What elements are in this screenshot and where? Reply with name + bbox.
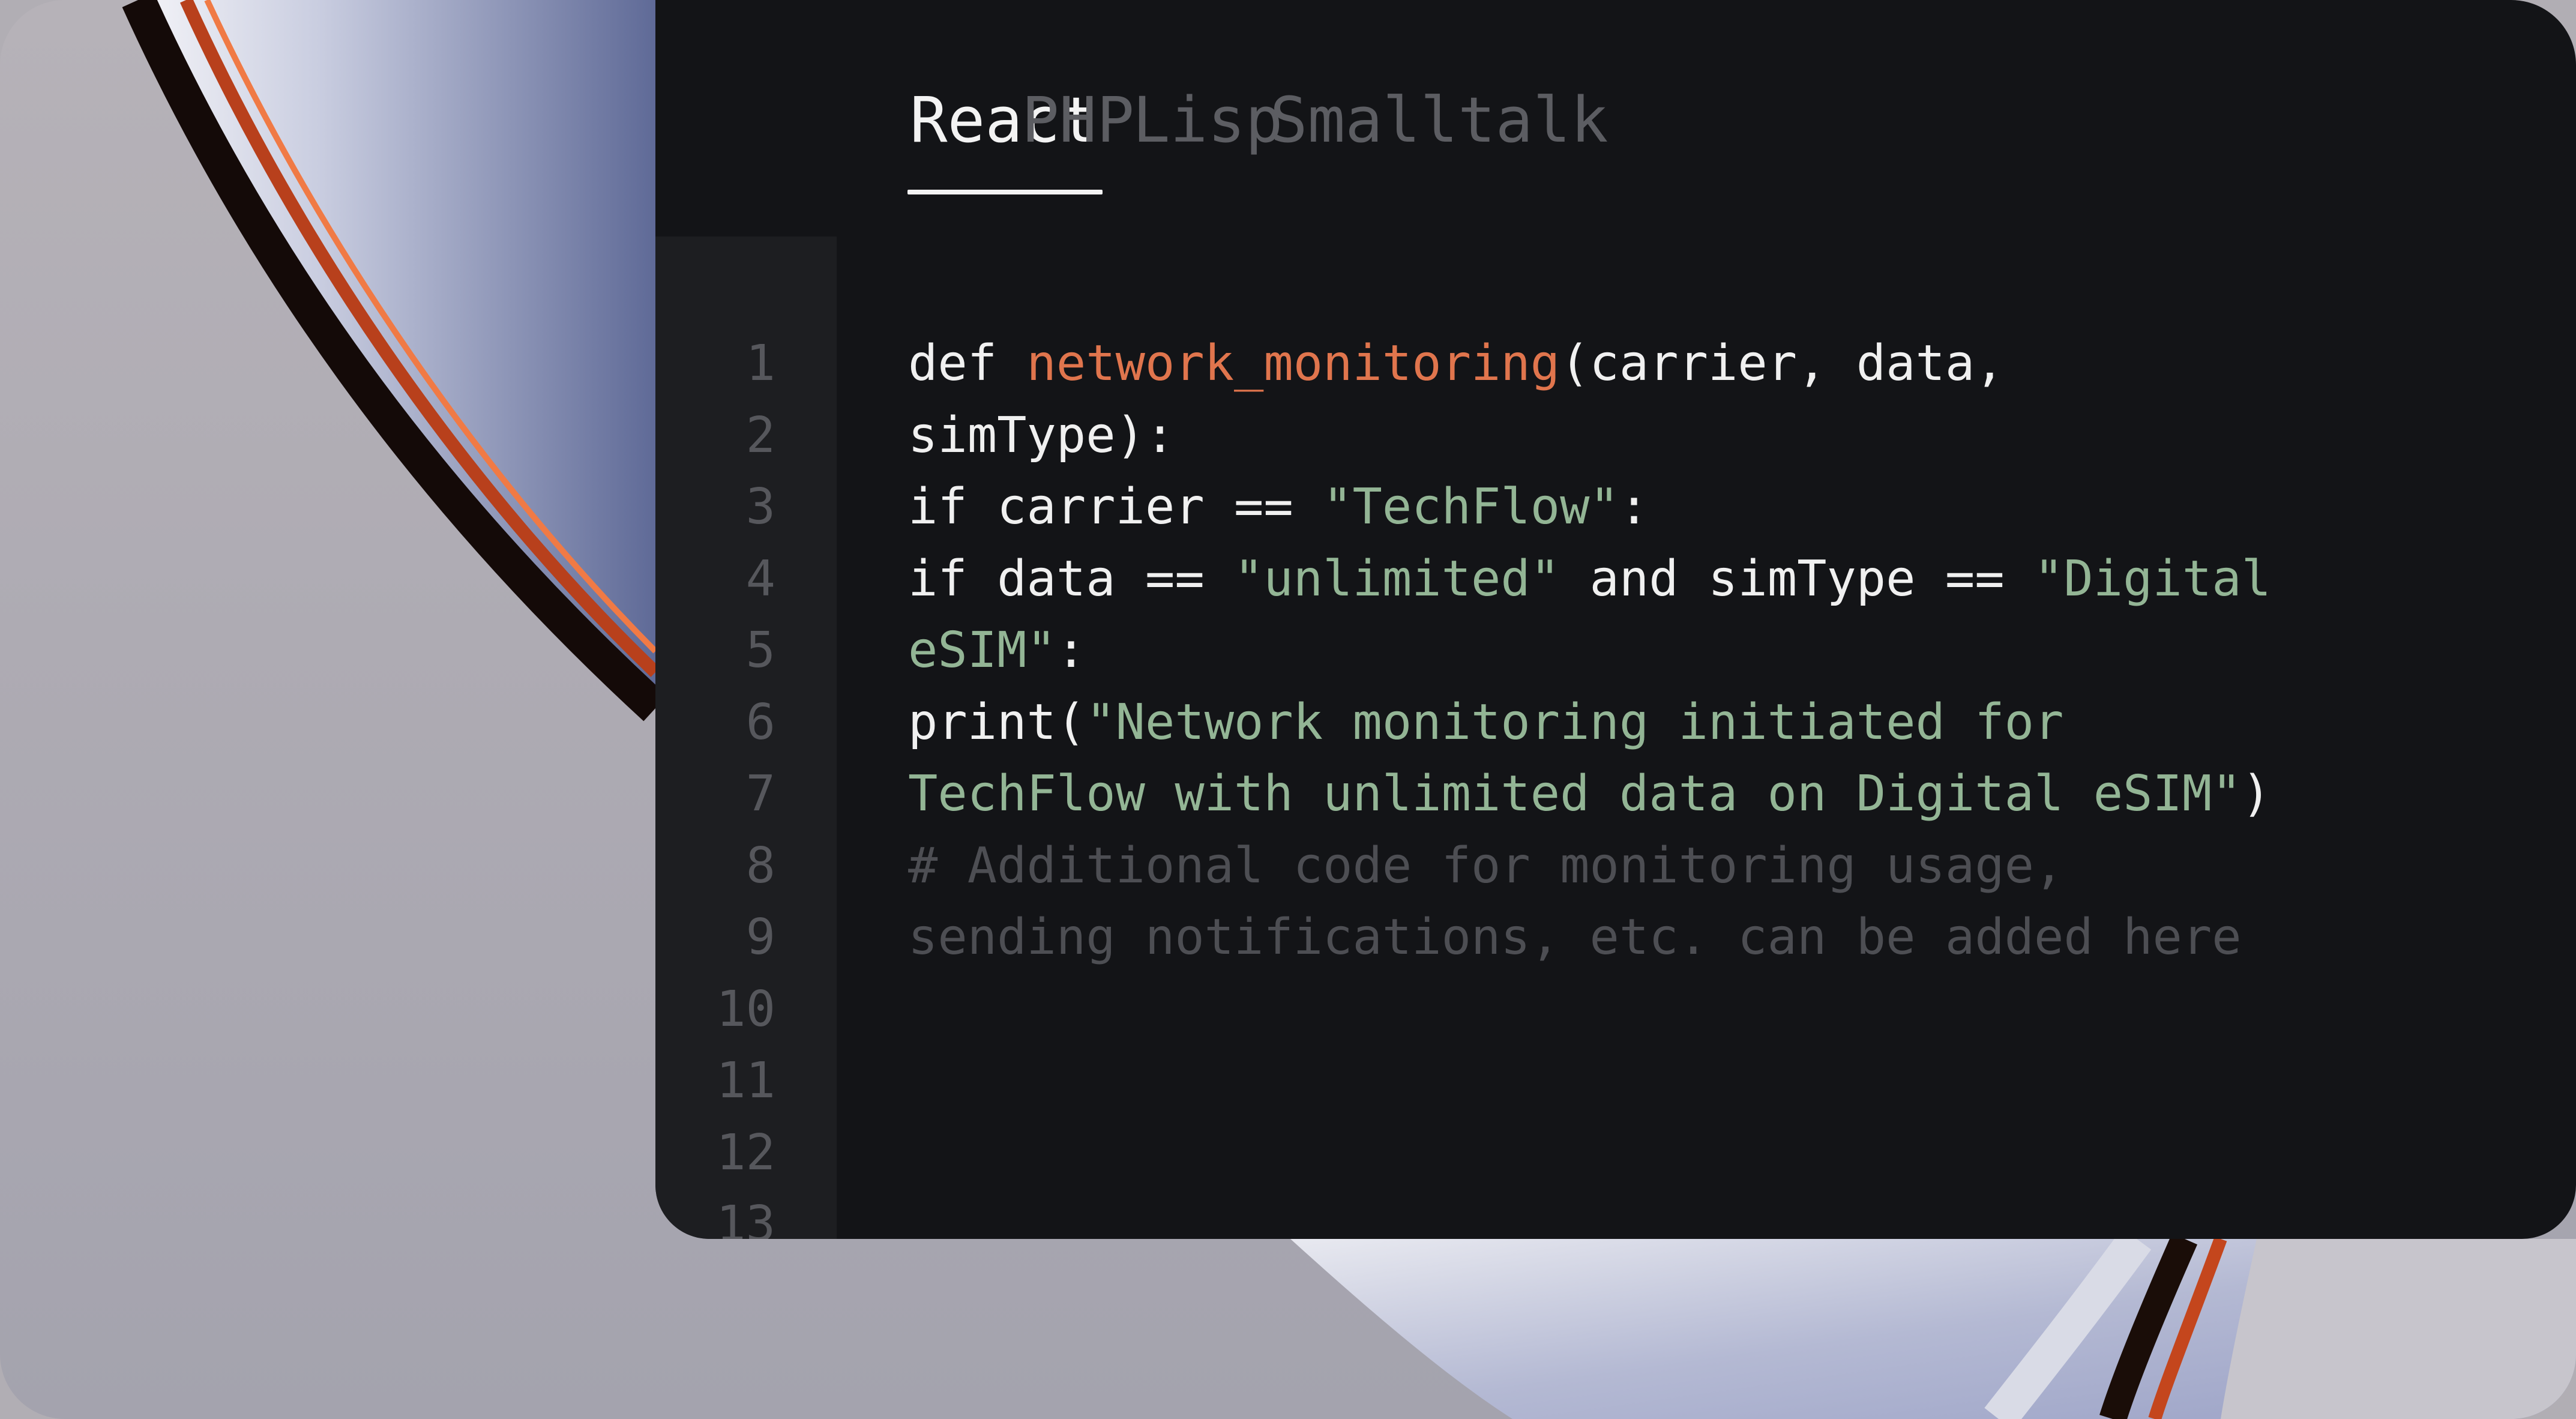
code-token: ) bbox=[2241, 765, 2271, 822]
string-literal: "Digital bbox=[2034, 550, 2271, 607]
code-token: and simType == bbox=[1560, 550, 2035, 607]
line-number: 10 bbox=[716, 980, 775, 1038]
code-line: simType): bbox=[908, 400, 1175, 472]
string-literal: "TechFlow" bbox=[1323, 478, 1619, 535]
code-line: TechFlow with unlimited data on Digital … bbox=[908, 758, 2271, 830]
code-line: if data == "unlimited" and simType == "D… bbox=[908, 543, 2271, 615]
code-token: if data == bbox=[908, 550, 1235, 607]
code-token: : bbox=[1619, 478, 1649, 535]
code-editor-window: React PHP Lisp Smalltalk 1 2 3 4 5 6 7 8 9 10 11 12… bbox=[655, 0, 2576, 1239]
tab-smalltalk[interactable]: Smalltalk bbox=[1270, 78, 1608, 198]
line-number: 8 bbox=[745, 837, 775, 894]
code-line: if carrier == "TechFlow": bbox=[908, 471, 1649, 543]
desktop-background: React PHP Lisp Smalltalk 1 2 3 4 5 6 7 8 9 10 11 12… bbox=[0, 0, 2576, 1419]
code-token: (carrier, data, bbox=[1560, 335, 2005, 392]
line-number: 3 bbox=[745, 478, 775, 535]
tab-lisp[interactable]: Lisp bbox=[1133, 78, 1283, 198]
line-number: 7 bbox=[745, 765, 775, 822]
code-token: : bbox=[1056, 622, 1086, 679]
line-number: 4 bbox=[745, 550, 775, 607]
code-comment: # Additional code for monitoring usage, bbox=[908, 837, 2064, 894]
code-line: print("Network monitoring initiated for bbox=[908, 687, 2063, 759]
line-number: 2 bbox=[745, 406, 775, 464]
line-number: 9 bbox=[745, 909, 775, 966]
line-number: 11 bbox=[716, 1052, 775, 1109]
code-token: def bbox=[908, 335, 1027, 392]
code-line: def network_monitoring(carrier, data, bbox=[908, 328, 2005, 400]
code-line: # Additional code for monitoring usage, bbox=[908, 830, 2063, 902]
line-number: 1 bbox=[745, 335, 775, 392]
code-line: eSIM": bbox=[908, 615, 1086, 687]
tab-php[interactable]: PHP bbox=[1022, 78, 1134, 198]
line-number-gutter: 1 2 3 4 5 6 7 8 9 10 11 12 13 bbox=[655, 237, 837, 1239]
function-name: network_monitoring bbox=[1026, 335, 1560, 392]
line-number: 6 bbox=[745, 693, 775, 751]
line-number: 5 bbox=[745, 622, 775, 679]
string-literal: "Network monitoring initiated for bbox=[1086, 693, 2064, 751]
code-line: sending notifications, etc. can be added… bbox=[908, 902, 2242, 974]
code-token: if carrier == bbox=[908, 478, 1323, 535]
code-token: print( bbox=[908, 693, 1086, 751]
string-literal: TechFlow with unlimited data on Digital … bbox=[908, 765, 2242, 822]
code-comment: sending notifications, etc. can be added… bbox=[908, 909, 2242, 966]
string-literal: eSIM" bbox=[908, 622, 1056, 679]
code-token: simType): bbox=[908, 406, 1175, 464]
line-number: 13 bbox=[716, 1196, 775, 1239]
line-number: 12 bbox=[716, 1124, 775, 1181]
string-literal: "unlimited" bbox=[1234, 550, 1560, 607]
